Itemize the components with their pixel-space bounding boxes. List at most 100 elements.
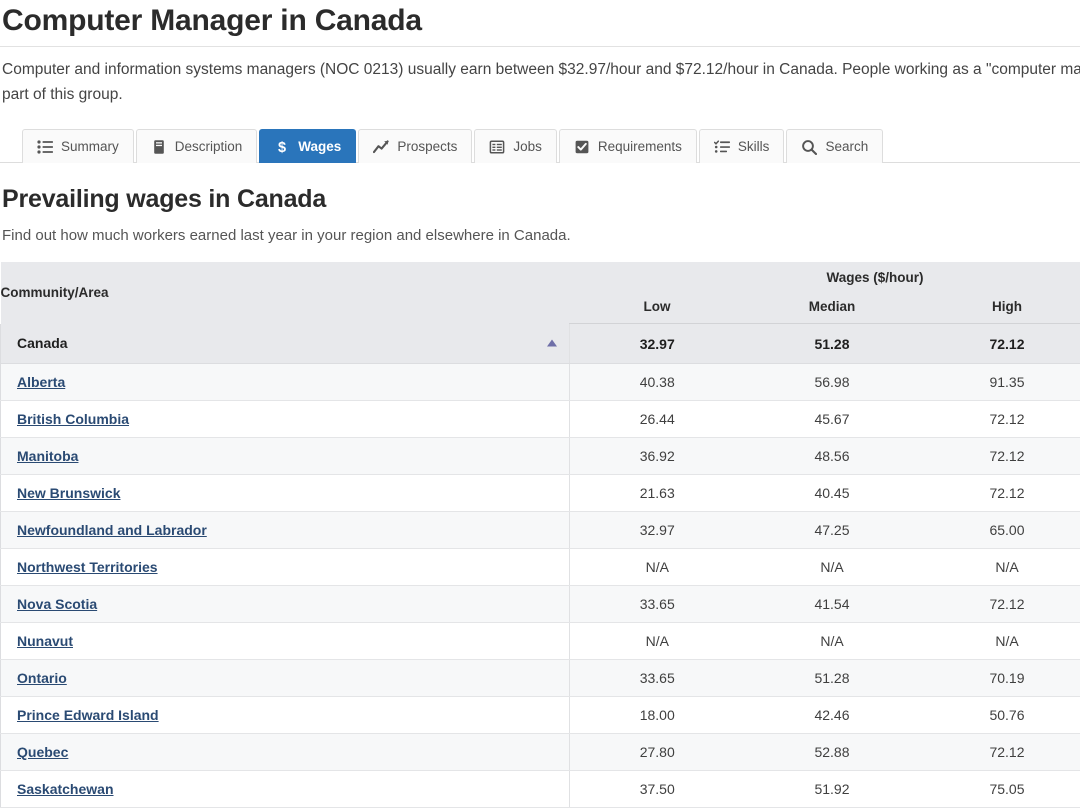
cell-median: 47.25 — [744, 511, 920, 550]
cell-area: Newfoundland and Labrador — [0, 511, 570, 550]
cell-low: 32.97 — [569, 511, 745, 550]
tab-label: Wages — [298, 139, 342, 155]
tab-search[interactable]: Search — [786, 129, 884, 164]
table-row: Prince Edward Island 18.00 42.46 50.76 — [0, 696, 1080, 735]
intro-paragraph: Computer and information systems manager… — [2, 61, 1080, 104]
page-title: Computer Manager in Canada — [2, 4, 422, 37]
table-row: Nunavut N/A N/A N/A — [0, 622, 1080, 661]
column-header-median[interactable]: Median — [744, 292, 920, 325]
cell-median: 48.56 — [744, 437, 920, 476]
table-row: Newfoundland and Labrador 32.97 47.25 65.00 — [0, 511, 1080, 550]
list-icon — [37, 139, 53, 155]
area-link[interactable]: Quebec — [17, 744, 68, 760]
tab-label: Summary — [61, 139, 119, 155]
cell-area: Nova Scotia — [0, 585, 570, 624]
cell-high: 72.12 — [919, 733, 1080, 772]
area-link[interactable]: Newfoundland and Labrador — [17, 522, 207, 538]
cell-high: 72.12 — [919, 400, 1080, 439]
search-icon — [801, 139, 818, 155]
cell-area: Northwest Territories — [0, 548, 570, 587]
cell-median: 45.67 — [744, 400, 920, 439]
cell-low: 33.65 — [569, 585, 745, 624]
column-header-high[interactable]: High — [919, 292, 1080, 325]
column-header-area[interactable]: Community/Area — [0, 262, 570, 324]
area-link[interactable]: Alberta — [17, 374, 65, 390]
area-link[interactable]: Nunavut — [17, 633, 73, 649]
cell-low: 40.38 — [569, 363, 745, 402]
cell-low: 21.63 — [569, 474, 745, 513]
cell-high: 72.12 — [919, 437, 1080, 476]
tab-jobs[interactable]: Jobs — [474, 129, 557, 164]
column-header-low[interactable]: Low — [569, 292, 745, 325]
cell-low: 32.97 — [569, 323, 745, 365]
table-header: Community/Area Wages ($/hour) Low Median… — [0, 262, 1080, 325]
cell-area: Canada — [0, 323, 570, 365]
tab-wages[interactable]: $ Wages — [259, 129, 357, 164]
area-link[interactable]: British Columbia — [17, 411, 129, 427]
cell-median: 56.98 — [744, 363, 920, 402]
area-link[interactable]: Prince Edward Island — [17, 707, 159, 723]
book-icon — [151, 139, 167, 155]
table-row: Northwest Territories N/A N/A N/A — [0, 548, 1080, 587]
cell-median: 42.46 — [744, 696, 920, 735]
cell-median: 51.92 — [744, 770, 920, 809]
table-row: Canada 32.97 51.28 72.12 — [0, 323, 1080, 365]
table-row: Ontario 33.65 51.28 70.19 — [0, 659, 1080, 698]
cell-low: 27.80 — [569, 733, 745, 772]
area-link[interactable]: Manitoba — [17, 448, 78, 464]
area-label: Canada — [17, 335, 68, 352]
cell-area: Saskatchewan — [0, 770, 570, 809]
cell-high: 75.05 — [919, 770, 1080, 809]
tab-skills[interactable]: Skills — [698, 129, 785, 164]
cell-low: 37.50 — [569, 770, 745, 809]
area-link[interactable]: Nova Scotia — [17, 596, 97, 612]
cell-high: 50.76 — [919, 696, 1080, 735]
cell-low: N/A — [569, 622, 745, 661]
cell-median: 51.28 — [744, 659, 920, 698]
cell-median: 51.28 — [744, 323, 920, 365]
table-body: Canada 32.97 51.28 72.12 Alberta 40.38 56.98 91… — [0, 323, 1080, 809]
cell-high: 91.35 — [919, 363, 1080, 402]
table-row: New Brunswick 21.63 40.45 72.12 — [0, 474, 1080, 513]
tab-requirements[interactable]: Requirements — [558, 129, 697, 164]
area-link[interactable]: Ontario — [17, 670, 67, 686]
cell-area: Nunavut — [0, 622, 570, 661]
cell-high: 65.00 — [919, 511, 1080, 550]
table-icon — [489, 139, 505, 155]
page-root: Computer Manager in Canada Computer and … — [0, 0, 1080, 809]
tab-summary[interactable]: Summary — [22, 129, 134, 164]
cell-area: Alberta — [0, 363, 570, 402]
table-row: Alberta 40.38 56.98 91.35 — [0, 363, 1080, 402]
cell-area: Prince Edward Island — [0, 696, 570, 735]
cell-low: 26.44 — [569, 400, 745, 439]
list-check-icon — [713, 139, 730, 155]
tab-label: Requirements — [597, 139, 682, 155]
section-subtitle: Find out how much workers earned last ye… — [2, 227, 571, 245]
cell-area: British Columbia — [0, 400, 570, 439]
tab-bar: Summary Description $ Wages Prospects Jobs Req… — [0, 123, 1080, 164]
section-title: Prevailing wages in Canada — [2, 185, 327, 214]
column-group-header-wages: Wages ($/hour) — [569, 262, 1080, 293]
cell-median: N/A — [744, 548, 920, 587]
cell-high: 72.12 — [919, 474, 1080, 513]
area-link[interactable]: Saskatchewan — [17, 781, 114, 797]
cell-high: 70.19 — [919, 659, 1080, 698]
cell-high: N/A — [919, 622, 1080, 661]
tab-prospects[interactable]: Prospects — [358, 129, 473, 164]
chart-line-icon — [373, 139, 389, 155]
area-link[interactable]: Northwest Territories — [17, 559, 158, 575]
area-link[interactable]: New Brunswick — [17, 485, 120, 501]
title-divider — [0, 46, 1080, 47]
table-row: Quebec 27.80 52.88 72.12 — [0, 733, 1080, 772]
table-row: British Columbia 26.44 45.67 72.12 — [0, 400, 1080, 439]
cell-area: Ontario — [0, 659, 570, 698]
table-row: Saskatchewan 37.50 51.92 75.05 — [0, 770, 1080, 809]
table-row: Manitoba 36.92 48.56 72.12 — [0, 437, 1080, 476]
sort-asc-icon[interactable] — [547, 339, 557, 347]
tab-description[interactable]: Description — [135, 129, 258, 164]
cell-area: Manitoba — [0, 437, 570, 476]
table-row: Nova Scotia 33.65 41.54 72.12 — [0, 585, 1080, 624]
cell-high: N/A — [919, 548, 1080, 587]
tab-label: Description — [174, 139, 243, 155]
checkbox-icon — [574, 139, 590, 155]
